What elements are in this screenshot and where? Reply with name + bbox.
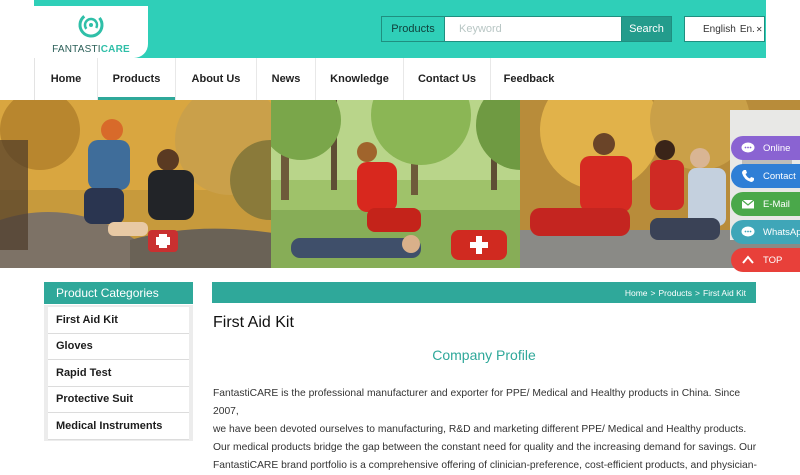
paragraph-line: Our medical products bridge the gap betw… <box>213 442 757 453</box>
phone-icon <box>741 169 755 183</box>
chat-icon <box>741 141 755 155</box>
paragraph-line: FantastiCARE is the professional manufac… <box>213 388 741 417</box>
category-item-protective-suit[interactable]: Protective Suit <box>48 386 189 413</box>
whatsapp-icon <box>741 225 755 239</box>
language-select[interactable]: English En. ✕ <box>684 16 765 42</box>
search-category-select[interactable]: Products <box>381 16 445 42</box>
section-title: Company Profile <box>432 347 536 363</box>
search-input[interactable]: Keyword <box>445 16 622 42</box>
language-label: English <box>703 23 736 35</box>
language-selected: En. <box>739 23 755 35</box>
search-button[interactable]: Search <box>622 16 672 42</box>
category-item-medical-instruments[interactable]: Medical Instruments <box>48 413 189 440</box>
close-icon: ✕ <box>755 24 763 34</box>
online-label: Online <box>763 142 791 154</box>
company-profile-text: FantastiCARE is the professional manufac… <box>213 385 761 475</box>
breadcrumb: Home > Products > First Aid Kit <box>212 282 756 303</box>
nav-knowledge[interactable]: Knowledge <box>316 58 404 100</box>
banner-image-outdoor-aid <box>0 100 285 268</box>
top-label: TOP <box>763 254 783 266</box>
contact-label: Contact <box>763 170 796 182</box>
breadcrumb-current[interactable]: First Aid Kit <box>703 288 746 298</box>
banner-image-cpr <box>271 100 546 268</box>
category-item-rapid-test[interactable]: Rapid Test <box>48 360 189 387</box>
mail-icon <box>741 197 755 211</box>
nav-about-us[interactable]: About Us <box>176 58 257 100</box>
paragraph-line: FantastiCARE brand portfolio is a compre… <box>213 460 757 471</box>
breadcrumb-separator: > <box>650 287 656 298</box>
page-title: First Aid Kit <box>213 314 294 331</box>
search-bar: Products Keyword Search <box>381 16 672 42</box>
chevron-up-icon <box>741 253 755 267</box>
whatsapp-label: WhatsApp <box>763 226 800 238</box>
logo-icon <box>78 12 104 38</box>
nav-products[interactable]: Products <box>98 58 176 100</box>
sidebar-title: Product Categories <box>44 282 193 304</box>
category-item-first-aid-kit[interactable]: First Aid Kit <box>48 307 189 334</box>
breadcrumb-separator: > <box>695 287 701 298</box>
breadcrumb-products[interactable]: Products <box>659 288 693 298</box>
nav-feedback[interactable]: Feedback <box>491 58 567 100</box>
email-label: E-Mail <box>763 198 790 210</box>
email-button[interactable]: E-Mail <box>731 192 800 216</box>
nav-home[interactable]: Home <box>35 58 98 100</box>
nav-news[interactable]: News <box>257 58 316 100</box>
contact-button[interactable]: Contact <box>731 164 800 188</box>
paragraph-line: we have been devoted ourselves to manufa… <box>213 424 747 435</box>
nav-contact-us[interactable]: Contact Us <box>404 58 491 100</box>
main-nav: Home Products About Us News Knowledge Co… <box>34 58 766 100</box>
category-item-gloves[interactable]: Gloves <box>48 333 189 360</box>
category-list: First Aid Kit Gloves Rapid Test Protecti… <box>44 305 193 441</box>
logo[interactable]: FANTASTICARE <box>34 6 148 58</box>
logo-text: FANTASTICARE <box>52 44 130 55</box>
whatsapp-button[interactable]: WhatsApp <box>731 220 800 244</box>
online-chat-button[interactable]: Online <box>731 136 800 160</box>
hero-banner <box>0 100 800 268</box>
breadcrumb-home[interactable]: Home <box>625 288 648 298</box>
back-to-top-button[interactable]: TOP <box>731 248 800 272</box>
